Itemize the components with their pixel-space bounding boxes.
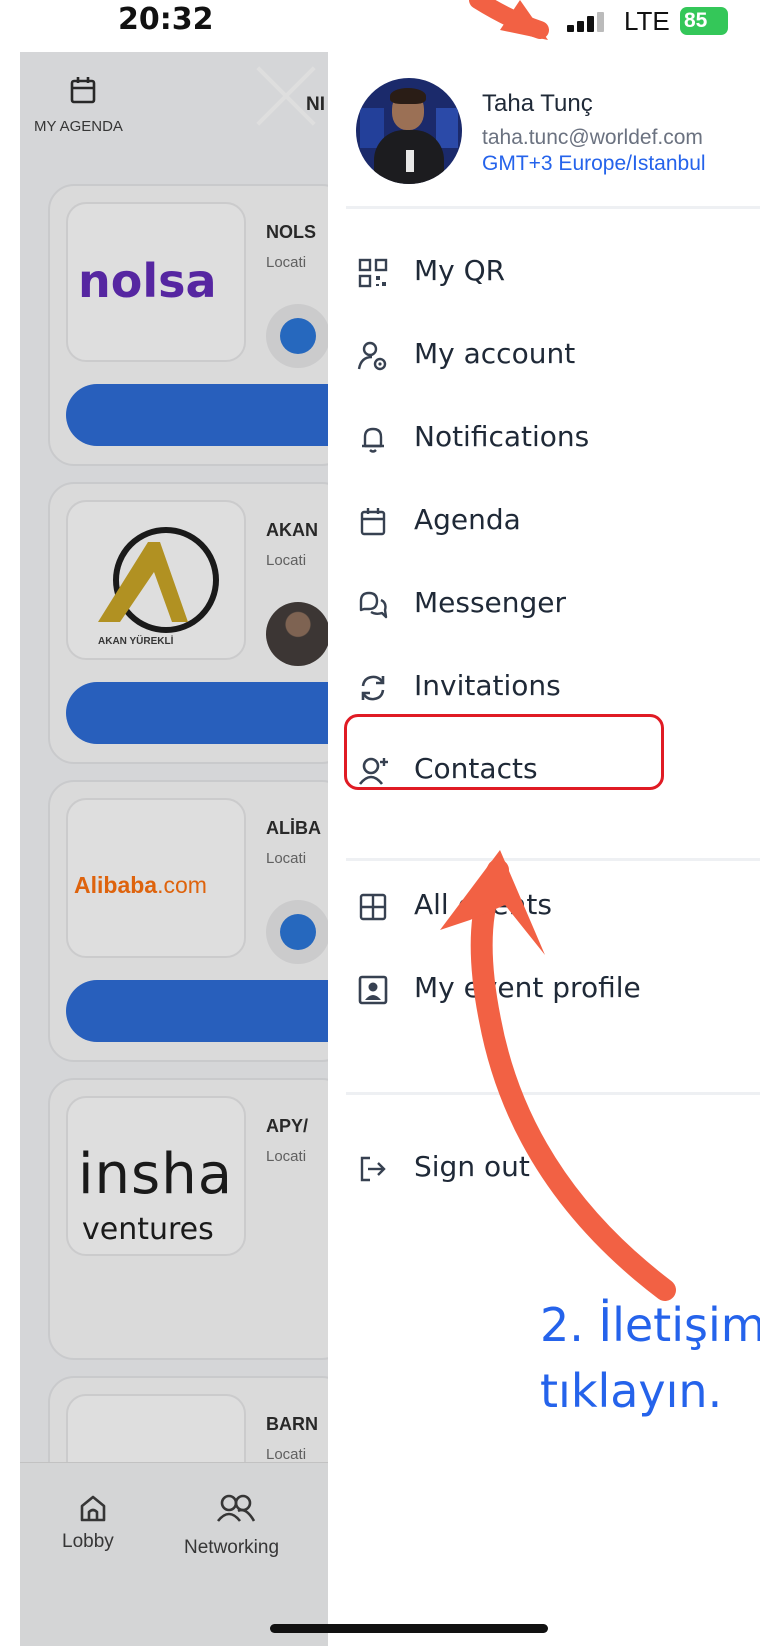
menu-item-label: My event profile xyxy=(414,971,641,1004)
divider xyxy=(346,206,760,209)
calendar-icon xyxy=(360,508,386,536)
menu-item-sign-out[interactable]: Sign out xyxy=(356,1138,760,1200)
status-bar: 20:32 LTE 85 xyxy=(0,0,760,50)
chat-bubbles-icon xyxy=(359,591,388,619)
menu-item-my-account[interactable]: My account xyxy=(356,325,760,387)
menu-item-notifications[interactable]: Notifications xyxy=(356,408,760,470)
user-settings-icon xyxy=(357,341,387,371)
menu-item-label: All events xyxy=(414,888,552,921)
drawer-backdrop-overlay[interactable] xyxy=(20,52,328,1646)
status-time: 20:32 xyxy=(118,2,214,37)
network-type: LTE xyxy=(624,6,670,36)
menu-item-all-events[interactable]: All events xyxy=(356,876,760,938)
profile-timezone[interactable]: GMT+3 Europe/Istanbul xyxy=(482,152,706,176)
menu-item-my-qr[interactable]: My QR xyxy=(356,242,760,304)
menu-item-label: Invitations xyxy=(414,669,561,702)
battery-icon: 85 xyxy=(680,7,728,35)
profile-name: Taha Tunç xyxy=(482,90,593,117)
menu-item-agenda[interactable]: Agenda xyxy=(356,491,760,553)
profile-card-icon xyxy=(358,975,388,1005)
profile-email: taha.tunc@worldef.com xyxy=(482,126,703,149)
menu-item-label: My account xyxy=(414,337,576,370)
instruction-text: 2. İletişim tıklayın. xyxy=(540,1292,760,1424)
sign-out-icon xyxy=(360,1156,386,1182)
menu-item-my-event-profile[interactable]: My event profile xyxy=(356,959,760,1021)
bell-icon xyxy=(362,427,384,453)
menu-item-label: Messenger xyxy=(414,586,567,619)
menu-item-label: Agenda xyxy=(414,503,521,536)
refresh-arrows-icon xyxy=(361,675,385,701)
grid-plus-icon xyxy=(359,893,387,921)
instruction-line-1: 2. İletişim xyxy=(540,1298,760,1352)
menu-item-label: Sign out xyxy=(414,1150,530,1183)
menu-item-label: Notifications xyxy=(414,420,590,453)
signal-strength-icon xyxy=(567,12,607,32)
contacts-highlight-box xyxy=(344,714,664,790)
qr-code-icon xyxy=(358,258,388,288)
menu-item-messenger[interactable]: Messenger xyxy=(356,574,760,636)
avatar[interactable] xyxy=(356,78,462,184)
menu-item-invitations[interactable]: Invitations xyxy=(356,657,760,719)
divider xyxy=(346,1092,760,1095)
instruction-line-2: tıklayın. xyxy=(540,1364,723,1418)
menu-item-label: My QR xyxy=(414,254,506,287)
home-indicator[interactable] xyxy=(270,1624,548,1633)
divider xyxy=(346,858,760,861)
